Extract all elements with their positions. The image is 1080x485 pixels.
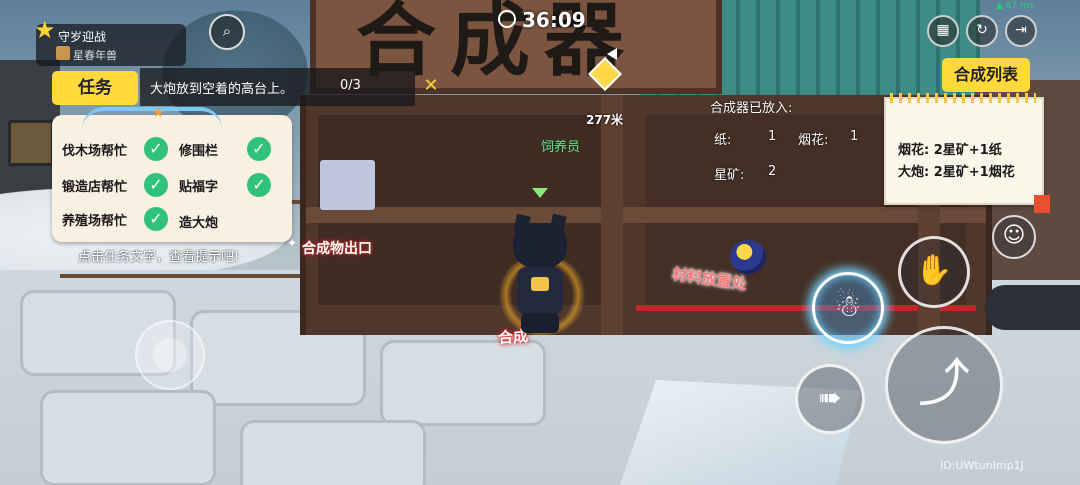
player-character [497, 213, 587, 335]
task-description[interactable]: 大炮放到空着的高台上。 [150, 78, 293, 97]
ground-tile [40, 390, 216, 485]
nian-beast-icon [56, 46, 70, 60]
character-legs [521, 313, 559, 333]
binder-rings [890, 93, 1036, 103]
output-label: 合成物出口 [302, 241, 372, 257]
joystick-knob[interactable] [153, 338, 187, 372]
grid-menu-icon[interactable]: ▦ [927, 15, 959, 47]
star-badge-icon [531, 277, 549, 291]
game-screen: 合成器 合成物出口 材料放置处 合成 饲养员 277米 ★ 守岁迎战 星春年兽 … [0, 0, 1080, 485]
close-icon[interactable]: ✕ [420, 75, 442, 97]
paper-count: 1 [768, 129, 777, 144]
starore-label: 星矿: [714, 168, 745, 183]
search-icon[interactable]: ⌕ [209, 14, 245, 50]
ground-tile [240, 420, 426, 485]
recipe-line: 烟花: 2星矿+1纸 [898, 143, 1002, 158]
firework-label: 烟花: [798, 133, 829, 148]
stopwatch-icon [498, 10, 516, 28]
npc-name[interactable]: 饲养员 [541, 136, 580, 155]
task-progress: 0/3 [340, 78, 361, 93]
white-crate [320, 160, 375, 210]
smiley-icon[interactable]: ☺ [992, 215, 1036, 259]
checkmark-icon: ✓ [144, 137, 168, 161]
star-ore-item[interactable] [730, 240, 766, 274]
slide-icon[interactable]: ➠ [795, 364, 865, 434]
throw-icon[interactable]: ✋ [898, 236, 970, 308]
wifi-icon: ▲ [996, 1, 1006, 11]
list-item[interactable]: 养殖场帮忙 [62, 210, 127, 229]
jump-icon[interactable]: ⤴ [885, 326, 1003, 444]
exit-door-icon[interactable]: ⇥ [1005, 15, 1037, 47]
match-timer: 36:09 [498, 8, 586, 32]
task-checklist: ★ 伐木场帮忙 ✓ 修围栏 ✓ 锻造店帮忙 ✓ 贴福字 ✓ 养殖场帮忙 ✓ 造大… [52, 105, 292, 242]
event-card[interactable]: ★ 守岁迎战 星春年兽 [34, 16, 186, 66]
booth-counter [306, 207, 986, 223]
event-title: 守岁迎战 [58, 30, 107, 44]
list-item[interactable]: 锻造店帮忙 [62, 176, 127, 195]
character-body [517, 267, 563, 315]
sparkle-icon: ✦ [287, 236, 298, 250]
checkmark-icon: ✓ [144, 173, 168, 197]
cannon-pipe [985, 285, 1080, 330]
paper-label: 纸: [714, 133, 732, 148]
list-item[interactable]: 修围栏 [179, 140, 218, 159]
user-id: ID:UWtunImp1J [940, 459, 1024, 472]
recipe-line: 大炮: 2星矿+1烟花 [898, 165, 1015, 180]
task-hint: 点击任务文字，查看提示吧! [78, 250, 240, 265]
ground-tile [380, 340, 546, 426]
star-icon: ★ [34, 16, 56, 44]
refresh-icon[interactable]: ↻ [966, 15, 998, 47]
list-item[interactable]: 造大炮 [179, 212, 218, 231]
building-window [8, 120, 54, 166]
ping-value: 67 ms [1005, 1, 1034, 11]
timer-value: 36:09 [522, 8, 586, 32]
composer-title: 合成器已放入: [710, 101, 793, 116]
firework-count: 1 [850, 129, 859, 144]
starore-count: 2 [768, 164, 777, 179]
distance-label: 277米 [586, 113, 624, 127]
checkmark-icon: ✓ [247, 137, 271, 161]
event-subtitle: 星春年兽 [73, 49, 117, 62]
checkmark-icon: ✓ [144, 207, 168, 231]
player-marker-icon [532, 188, 548, 198]
recipe-card: 烟花: 2星矿+1纸 大炮: 2星矿+1烟花 [884, 93, 1050, 213]
bookmark-tag [1034, 195, 1050, 213]
list-item[interactable]: 伐木场帮忙 [62, 140, 127, 159]
deco-star-icon: ★ [152, 105, 165, 121]
network-signal: ▲ 67 ms [996, 1, 1034, 11]
interact-icon[interactable]: ☃ [812, 272, 884, 344]
list-item[interactable]: 贴福字 [179, 176, 218, 195]
recipe-list-button[interactable]: 合成列表 [942, 58, 1030, 92]
checkmark-icon: ✓ [247, 173, 271, 197]
direction-arrow-icon [607, 48, 617, 60]
task-bar[interactable]: 大炮放到空着的高台上。 0/3 [140, 68, 415, 106]
tab-task[interactable]: 任务 [52, 71, 138, 105]
character-head [513, 223, 567, 269]
booth-post [601, 95, 623, 335]
movement-joystick[interactable] [135, 320, 205, 390]
